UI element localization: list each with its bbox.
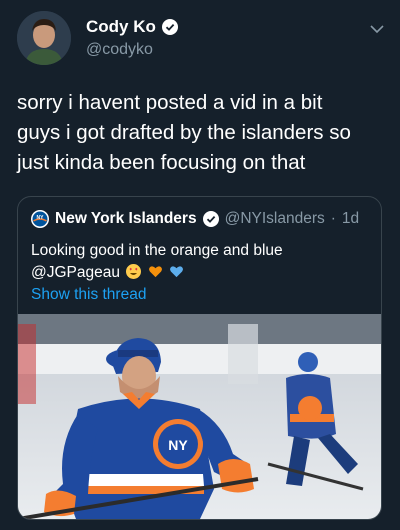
orange-heart-emoji <box>148 266 162 278</box>
author-name[interactable]: Cody Ko <box>86 17 178 37</box>
islanders-logo-icon: NY <box>31 210 49 228</box>
quoted-tweet[interactable]: NY New York Islanders @NYIslanders · 1d … <box>17 196 382 520</box>
quoted-tweet-text: Looking good in the orange and blue @JGP… <box>31 240 371 284</box>
verified-badge-icon <box>202 211 219 227</box>
chevron-down-icon[interactable] <box>370 24 384 34</box>
avatar[interactable] <box>17 11 71 65</box>
separator-dot: · <box>330 210 336 227</box>
tweet-text-line: sorry i havent posted a vid in a bit <box>17 91 323 114</box>
quoted-tweet-header: NY New York Islanders @NYIslanders · 1d <box>31 210 359 228</box>
quoted-author-name[interactable]: New York Islanders <box>55 210 197 228</box>
blue-heart-emoji <box>169 266 183 278</box>
mention-link[interactable]: @JGPageau <box>31 264 120 281</box>
tweet-text-line: just kinda been focusing on that <box>17 151 306 174</box>
quoted-text-line-2: @JGPageau <box>31 262 371 284</box>
hockey-player-photo[interactable]: NY <box>18 314 381 519</box>
svg-text:NY: NY <box>168 437 188 453</box>
author-name-text[interactable]: Cody Ko <box>86 17 156 37</box>
quoted-author-handle[interactable]: @NYIslanders <box>225 210 325 228</box>
verified-badge-icon <box>161 19 178 35</box>
tweet-text-line: guys i got drafted by the islanders so <box>17 121 351 144</box>
tweet-text: sorry i havent posted a vid in a bit guy… <box>17 88 387 178</box>
show-thread-link[interactable]: Show this thread <box>31 286 146 304</box>
heart-eyes-emoji <box>126 264 142 279</box>
svg-text:NY: NY <box>37 215 45 221</box>
author-handle[interactable]: @codyko <box>86 41 153 59</box>
quoted-text-line: Looking good in the orange and blue <box>31 242 283 259</box>
tweet-card: Cody Ko @codyko sorry i havent posted a … <box>0 0 400 530</box>
quoted-timestamp[interactable]: 1d <box>342 210 359 228</box>
